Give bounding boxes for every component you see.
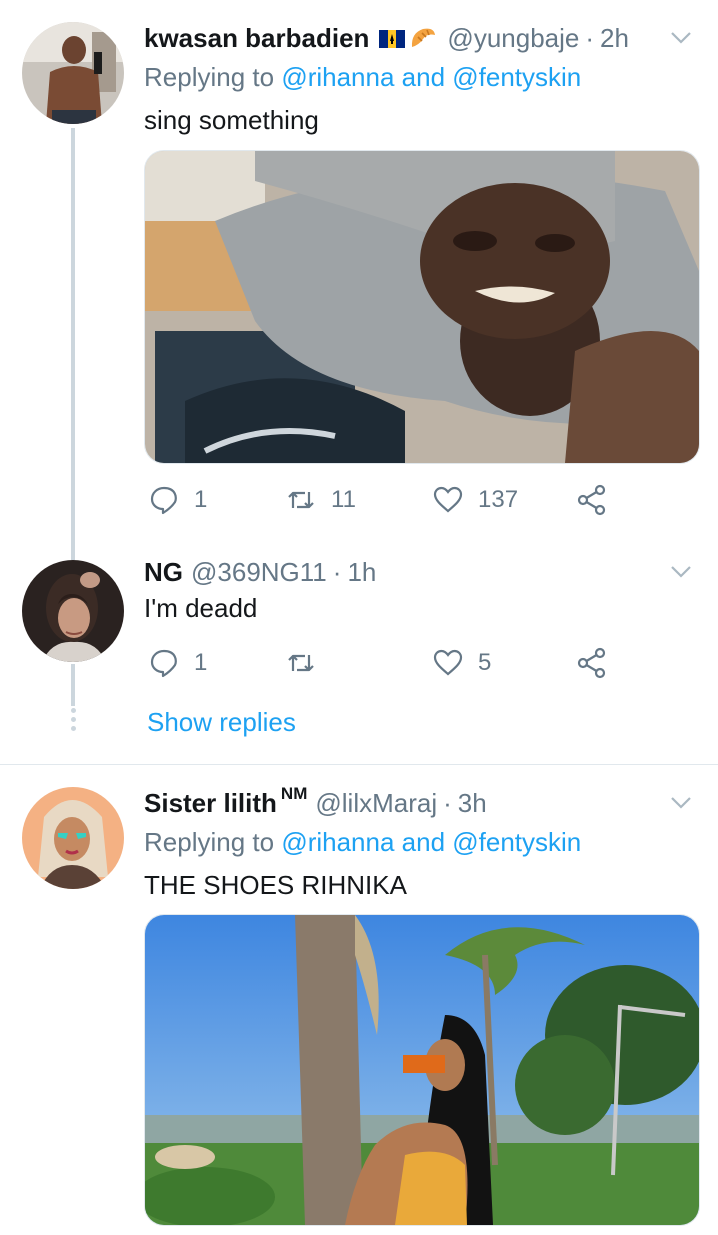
tweet-image[interactable] [144,914,700,1226]
avatar[interactable] [22,22,124,124]
tweet-actions: 1 11 137 [144,480,624,520]
replying-to: Replying to @rihanna and @fentyskin [144,61,581,93]
separator: · [585,23,595,53]
display-name[interactable]: kwasan barbadien [144,22,369,54]
tweet-2[interactable]: NG @369NG11 · 1h I'm deadd 1 5 Show repl… [0,556,718,764]
share-icon [577,484,606,516]
retweet-icon [288,654,314,672]
timestamp[interactable]: 1h [347,556,376,588]
tweet-header: kwasan barbadien @yungbaje · 2h [144,22,629,54]
share-icon [577,647,606,679]
retweet-icon [288,491,314,509]
like-count: 137 [478,486,519,513]
reply-button[interactable]: 1 [148,480,207,520]
tweet-text: sing something [144,105,319,135]
timestamp[interactable]: 3h [458,787,487,819]
retweet-button[interactable] [285,643,331,683]
tweet-1[interactable]: kwasan barbadien @yungbaje · 2h Replying… [0,0,718,560]
like-button[interactable]: 5 [432,643,491,683]
share-button[interactable] [576,643,608,683]
share-button[interactable] [576,480,608,520]
chevron-down-icon[interactable] [668,789,694,815]
reply-button[interactable]: 1 [148,643,207,683]
replying-users-link[interactable]: @rihanna and @fentyskin [281,62,581,92]
tweet-text: THE SHOES RIHNIKA [144,870,407,900]
reply-icon [150,486,177,515]
like-count: 5 [478,649,492,676]
barbados-flag-icon [379,30,406,48]
tweet-image[interactable] [144,150,700,464]
display-name[interactable]: Sister lilith [144,787,277,819]
thread-line [71,664,75,706]
replying-to: Replying to @rihanna and @fentyskin [144,826,581,858]
name-suffix: NM [280,784,308,803]
tweet-header: NG @369NG11 · 1h [144,556,376,588]
croissant-icon [412,28,436,47]
avatar[interactable] [22,787,124,889]
show-replies-link[interactable]: Show replies [147,706,296,738]
display-name[interactable]: NG [144,556,183,588]
chevron-down-icon[interactable] [668,558,694,584]
user-handle[interactable]: @lilxMaraj [315,787,437,819]
retweet-count: 11 [331,486,356,513]
retweet-button[interactable]: 11 [285,480,356,520]
heart-icon [433,649,463,676]
heart-icon [433,486,463,513]
separator: · [443,788,452,818]
timestamp[interactable]: 2h [600,22,629,54]
replying-prefix: Replying to [144,827,282,857]
user-handle[interactable]: @369NG11 [191,556,327,588]
tweet-header: Sister lilith NM @lilxMaraj · 3h [144,784,487,819]
thread-line [71,128,75,556]
like-button[interactable]: 137 [432,480,518,520]
user-handle[interactable]: @yungbaje [447,22,579,54]
avatar[interactable] [22,560,124,662]
replying-users-link[interactable]: @rihanna and @fentyskin [281,827,581,857]
reply-count: 1 [194,486,208,513]
reply-count: 1 [194,649,208,676]
tweet-text: I'm deadd [144,593,258,623]
replying-prefix: Replying to [144,62,282,92]
chevron-down-icon[interactable] [668,24,694,50]
tweet-actions: 1 5 [144,643,624,683]
separator: · [332,557,342,587]
tweet-3[interactable]: Sister lilith NM @lilxMaraj · 3h Replyin… [0,765,718,1235]
reply-icon [150,649,177,678]
thread-dots [68,708,78,731]
